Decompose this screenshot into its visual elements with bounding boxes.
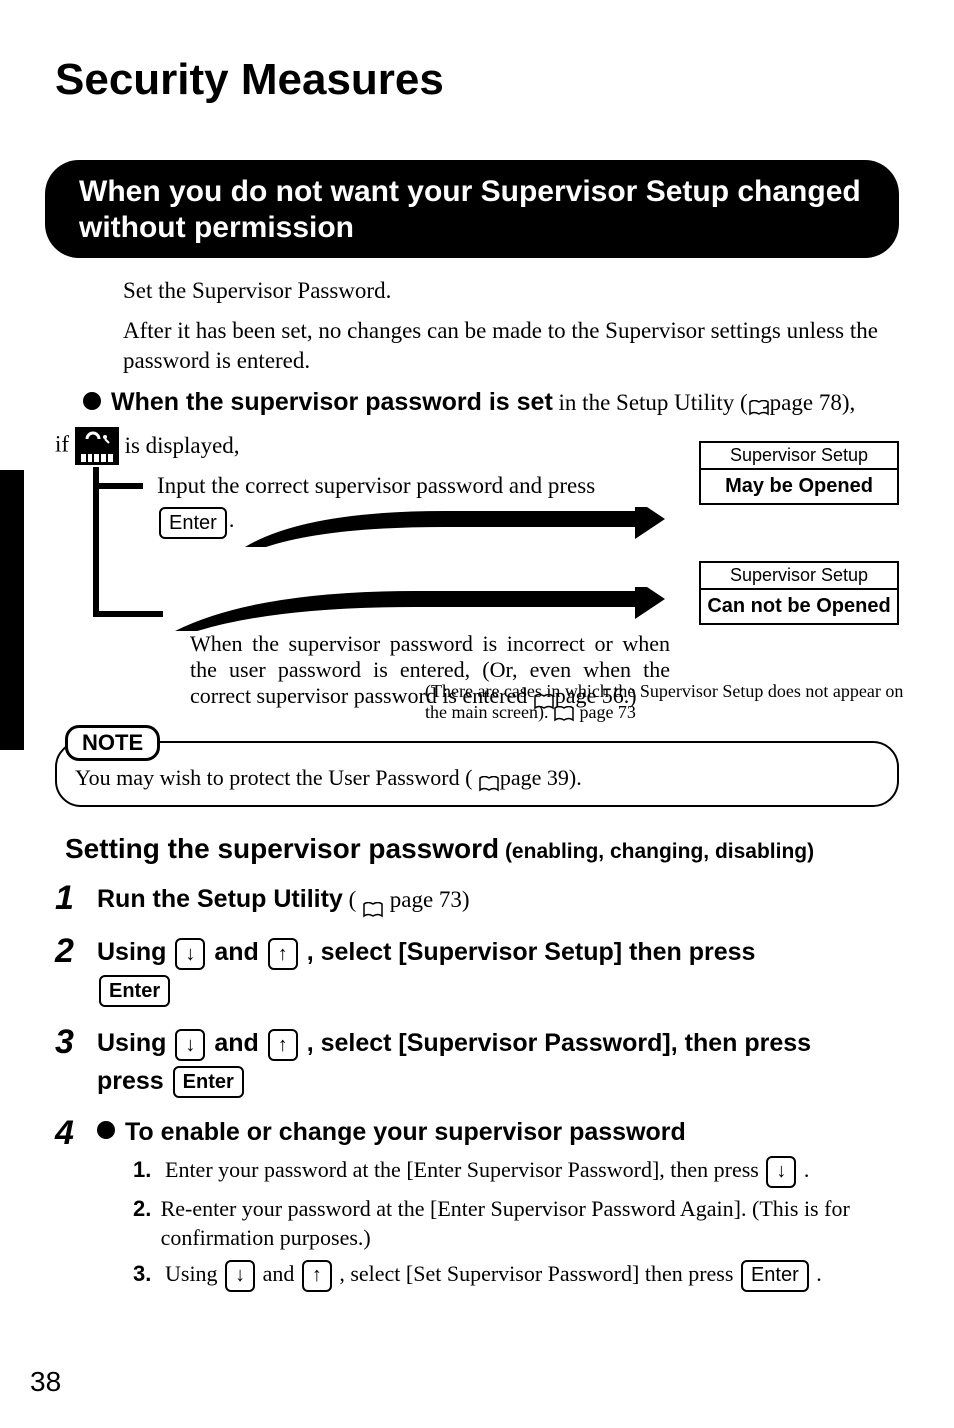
page-ref-icon: [748, 396, 770, 412]
input-correct-text: Input the correct supervisor password an…: [157, 473, 595, 499]
enter-key-icon: Enter: [173, 1066, 244, 1098]
step-1: 1 Run the Setup Utility ( page 73): [55, 881, 899, 919]
substep-1: 1. Enter your password at the [Enter Sup…: [133, 1155, 899, 1188]
when-set-line: When the supervisor password is set in t…: [111, 388, 855, 417]
page-ref-icon: [478, 772, 500, 788]
up-key-icon: ↑: [268, 938, 298, 970]
bullet-icon: [97, 1121, 115, 1139]
period: .: [229, 507, 235, 532]
up-key-icon: ↑: [302, 1260, 332, 1292]
bullet-icon: [83, 392, 101, 410]
subsection-heading: Setting the supervisor password (enablin…: [65, 833, 899, 865]
step-3: 3 Using ↓ and ↑ , select [Supervisor Pas…: [55, 1025, 899, 1100]
note-text: You may wish to protect the User Passwor…: [75, 765, 478, 790]
side-tab: [0, 470, 24, 750]
step-2: 2 Using ↓ and ↑ , select [Supervisor Set…: [55, 934, 899, 1009]
box1-header: Supervisor Setup: [701, 443, 897, 470]
lock-icon: [75, 427, 119, 465]
substep-2: 2. Re-enter your password at the [Enter …: [133, 1194, 899, 1253]
down-key-icon: ↓: [175, 1029, 205, 1061]
if-text: if: [55, 431, 69, 456]
enter-key-icon: Enter: [159, 507, 227, 539]
enter-key-icon: Enter: [741, 1260, 809, 1292]
note-box: NOTE You may wish to protect the User Pa…: [55, 741, 899, 807]
intro-line-2: After it has been set, no changes can be…: [123, 316, 899, 376]
arrow-right-icon: [175, 587, 665, 636]
box2-header: Supervisor Setup: [701, 563, 897, 590]
page-ref-icon: [362, 892, 384, 908]
step-4: 4 To enable or change your supervisor pa…: [55, 1116, 899, 1298]
enter-key-icon: Enter: [99, 975, 170, 1007]
box1-body: May be Opened: [701, 470, 897, 503]
diagram-footnote: (There are cases in which the Supervisor…: [425, 681, 905, 724]
box2-body: Can not be Opened: [701, 590, 897, 623]
section-banner: When you do not want your Supervisor Set…: [45, 160, 899, 258]
down-key-icon: ↓: [225, 1260, 255, 1292]
arrow-right-icon: [245, 507, 665, 552]
is-displayed: is displayed,: [125, 433, 240, 458]
page-ref-icon: [553, 706, 575, 722]
note-label: NOTE: [65, 725, 160, 761]
page-title: Security Measures: [55, 55, 899, 105]
flow-diagram: if is displayed, Input the correct super…: [55, 427, 899, 727]
intro-line-1: Set the Supervisor Password.: [123, 276, 899, 306]
substep-3: 3. Using ↓ and ↑ , select [Set Superviso…: [133, 1259, 899, 1292]
page-number: 38: [30, 1366, 61, 1398]
up-key-icon: ↑: [268, 1029, 298, 1061]
down-key-icon: ↓: [766, 1156, 796, 1188]
down-key-icon: ↓: [175, 938, 205, 970]
